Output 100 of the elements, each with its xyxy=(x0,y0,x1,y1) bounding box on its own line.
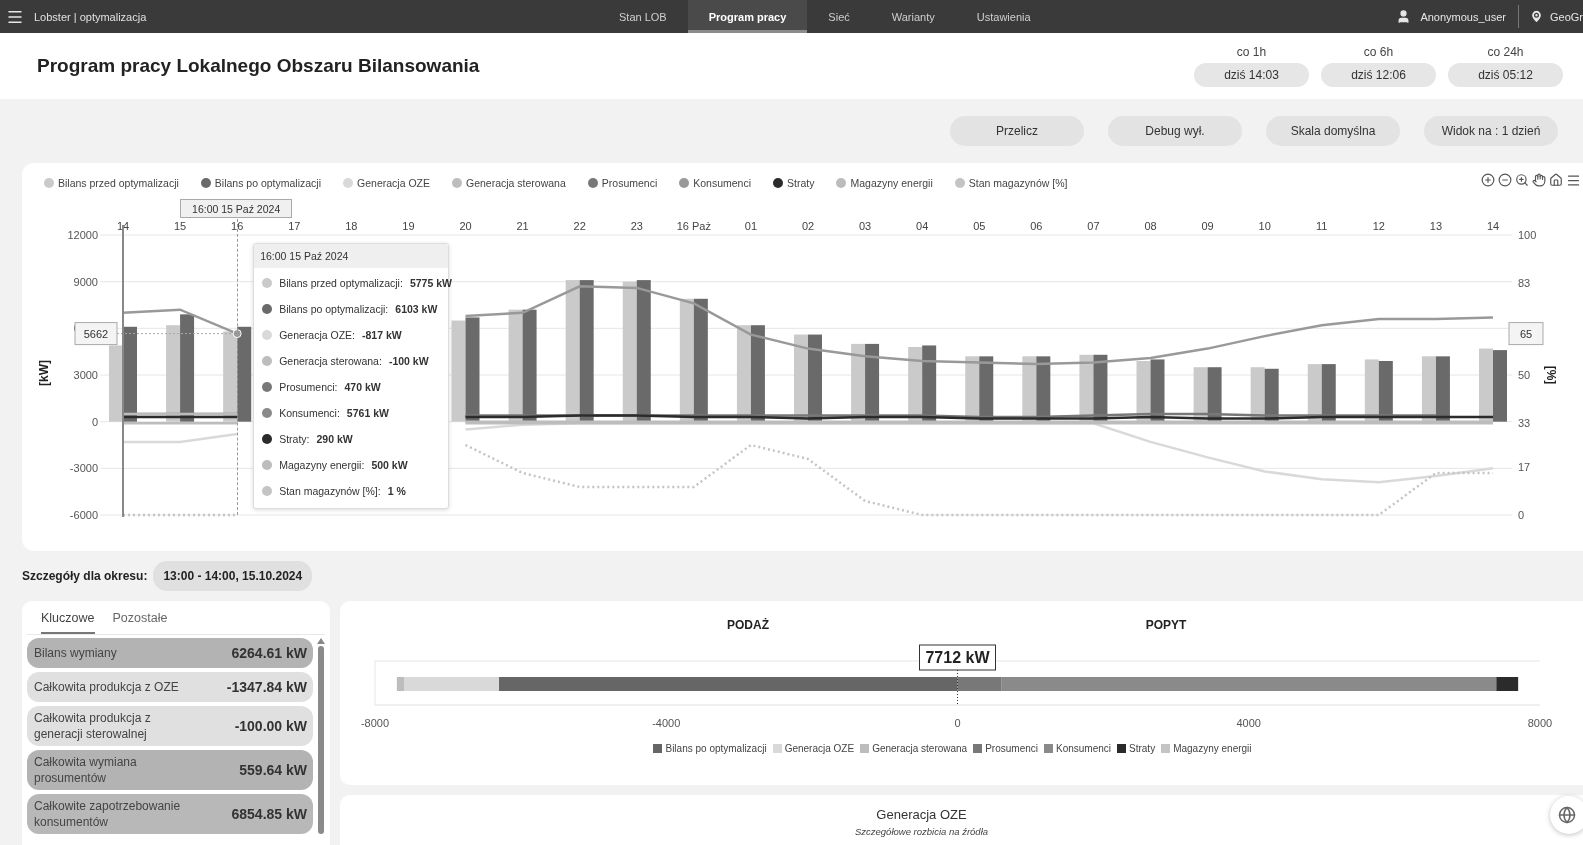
nav-tab[interactable]: Warianty xyxy=(870,0,956,33)
tooltip-label: Generacja sterowana: xyxy=(279,355,382,367)
action-button[interactable]: Przelicz xyxy=(950,116,1084,146)
axis-label: 07 xyxy=(1087,220,1100,232)
menu-icon[interactable] xyxy=(1566,173,1581,188)
legend-item[interactable]: Bilans po optymalizacji xyxy=(653,743,767,754)
axis-label: 06 xyxy=(1030,220,1043,232)
nav-tab[interactable]: Ustawienia xyxy=(955,0,1052,33)
axis-label: -8000 xyxy=(360,717,390,729)
axis-label: 20 xyxy=(459,220,472,232)
pin-icon xyxy=(1529,9,1544,24)
card-title: Generacja OZE xyxy=(876,807,967,822)
refresh-interval: co 6h xyxy=(1363,45,1394,59)
legend-item[interactable]: Bilans po optymalizacji xyxy=(200,177,322,189)
legend-item[interactable]: Straty xyxy=(773,177,815,189)
axis-label: 14 xyxy=(1486,220,1500,232)
globe-icon xyxy=(1558,806,1576,824)
axis-label: 0 xyxy=(91,415,98,428)
action-button[interactable]: Debug wył. xyxy=(1108,116,1242,146)
panel-tab[interactable]: Kluczowe xyxy=(41,607,95,634)
axis-label: 22 xyxy=(573,220,586,232)
axis-label: 02 xyxy=(801,220,815,232)
action-button[interactable]: Skala domyślna xyxy=(1266,116,1400,146)
axis-label: 01 xyxy=(744,220,758,232)
axis-label: 12 xyxy=(1372,220,1385,232)
axis-label: 4000 xyxy=(1236,717,1261,729)
axis-label: 12000 xyxy=(67,229,98,241)
refresh-interval: co 1h xyxy=(1236,45,1267,59)
tooltip-label: Bilans po optymalizacji: xyxy=(279,303,389,315)
axis-label: 21 xyxy=(516,220,529,232)
axis-label: 8000 xyxy=(1527,717,1553,729)
refresh-time: dziś 14:03 xyxy=(1194,63,1309,87)
chart-bar xyxy=(1421,356,1436,422)
legend-item[interactable]: Konsumenci xyxy=(1044,743,1112,754)
zoom-in-icon[interactable] xyxy=(1481,173,1495,188)
axis-label: -6000 xyxy=(69,509,98,521)
axis-label: 23 xyxy=(630,220,643,232)
magnifier-icon[interactable] xyxy=(1515,173,1529,188)
axis-label: 13 xyxy=(1429,220,1443,232)
axis-label: 10 xyxy=(1258,220,1271,232)
axis-title: [kW] xyxy=(37,360,51,386)
tooltip-label: Konsumenci: xyxy=(279,407,340,419)
axis-label: 9000 xyxy=(73,275,98,288)
axis-label: 05 xyxy=(973,220,986,232)
location-menu[interactable]: GeoGr xyxy=(1519,0,1583,33)
scroll-up-icon[interactable] xyxy=(317,638,325,644)
card-subtitle: Szczegółowe rozbicia na źródła xyxy=(854,826,989,837)
tooltip-label: Bilans przed optymalizacji: xyxy=(279,277,403,289)
tooltip-label: Magazyny energii: xyxy=(279,459,365,471)
metric-value: 6264.61 kW xyxy=(231,645,307,661)
scrollbar[interactable] xyxy=(317,638,325,834)
app-title: Lobster | optymalizacja xyxy=(34,10,147,23)
page-title: Program pracy Lokalnego Obszaru Bilansowania xyxy=(37,55,481,77)
nav-tab[interactable]: Stan LOB xyxy=(598,0,688,33)
legend-item[interactable]: Magazyny energii xyxy=(1161,743,1252,754)
nav-tab[interactable]: Program pracy xyxy=(687,0,808,33)
tooltip-value: -817 kW xyxy=(362,329,402,341)
legend-item[interactable]: Prosumenci xyxy=(973,743,1038,754)
user-menu[interactable]: Anonymous_user xyxy=(1384,5,1519,28)
refresh-time: dziś 12:06 xyxy=(1321,63,1436,87)
zoom-out-icon[interactable] xyxy=(1498,173,1512,188)
axis-label: 03 xyxy=(858,220,872,232)
home-icon[interactable] xyxy=(1549,173,1563,188)
axis-label: 18 xyxy=(345,220,358,232)
axis-label: 33 xyxy=(1518,416,1531,429)
axis-value-label: 65 xyxy=(1508,322,1544,346)
legend-item[interactable]: Straty xyxy=(1117,743,1156,754)
hand-icon[interactable] xyxy=(1532,173,1546,188)
panel-heading: POPYT xyxy=(1145,618,1187,632)
tooltip-label: Straty: xyxy=(279,433,310,445)
legend-item[interactable]: Generacja sterowana xyxy=(860,743,968,754)
period-label: Szczegóły dla okresu: xyxy=(22,569,148,583)
tooltip-title: 16:00 15 Paź 2024 xyxy=(254,244,449,268)
legend-item[interactable]: Magazyny energii xyxy=(836,177,933,189)
value-annotation: 7712 kW xyxy=(919,644,996,706)
nav-tab[interactable]: Sieć xyxy=(807,0,871,33)
legend-item[interactable]: Prosumenci xyxy=(587,177,658,189)
metric-label: Całkowita produkcja z OZE xyxy=(34,679,179,695)
axis-label: 14 xyxy=(116,220,130,232)
axis-label: 17 xyxy=(288,220,301,232)
annotation: 5662 xyxy=(83,327,109,340)
legend-item[interactable]: Generacja OZE xyxy=(772,743,855,754)
legend-item[interactable]: Generacja sterowana xyxy=(452,177,566,189)
tooltip-value: 5775 kW xyxy=(409,277,452,289)
tooltip-value: 1 % xyxy=(387,485,406,497)
legend-item[interactable]: Generacja OZE xyxy=(343,177,430,189)
legend-item[interactable]: Konsumenci xyxy=(679,177,752,189)
metric-value: -1347.84 kW xyxy=(226,679,307,695)
legend-item[interactable]: Bilans przed optymalizacji xyxy=(44,177,179,189)
tooltip-value: 6103 kW xyxy=(395,303,438,315)
tooltip-label: Generacja OZE: xyxy=(279,329,356,341)
panel-tab[interactable]: Pozostałe xyxy=(112,607,168,634)
axis-label: 100 xyxy=(1518,229,1537,241)
action-button[interactable]: Widok na : 1 dzień xyxy=(1424,116,1558,146)
panel-heading: PODAŻ xyxy=(727,618,769,632)
axis-label: 09 xyxy=(1201,220,1214,232)
axis-label: 0 xyxy=(1518,509,1525,521)
chart-bar xyxy=(1364,359,1379,422)
legend-item[interactable]: Stan magazynów [%] xyxy=(954,177,1068,189)
metric-label: Całkowite zapotrzebowanie konsumentów xyxy=(34,798,182,830)
